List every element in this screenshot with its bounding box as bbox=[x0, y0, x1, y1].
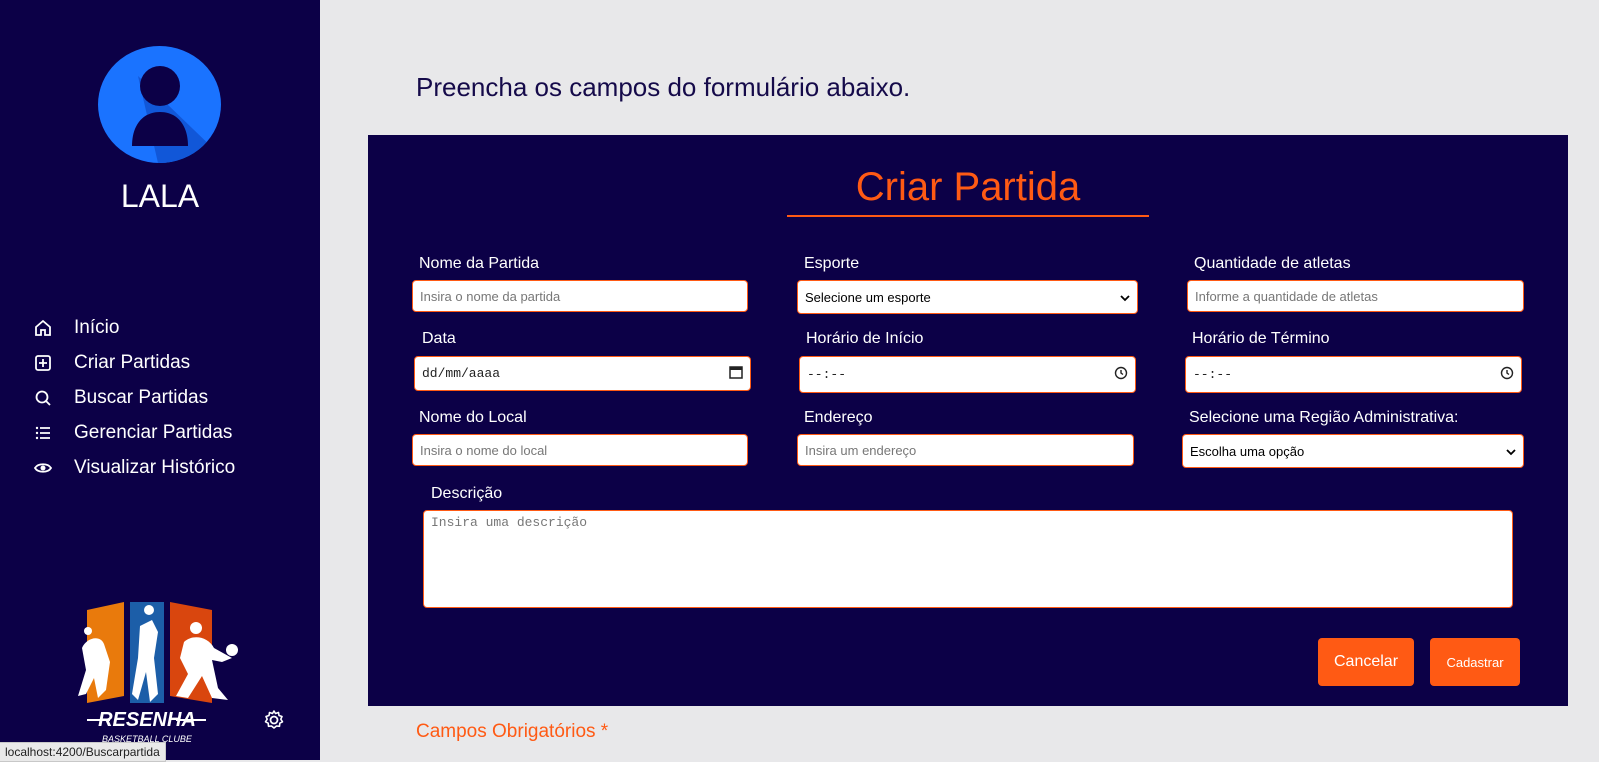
page-instructions: Preencha os campos do formulário abaixo. bbox=[416, 72, 911, 102]
nav-item-criar-partidas[interactable]: Criar Partidas bbox=[32, 345, 235, 380]
label-horario-inicio: Horário de Início bbox=[806, 330, 924, 347]
svg-text:RESENHA: RESENHA bbox=[98, 709, 196, 731]
user-silhouette-icon bbox=[132, 66, 221, 163]
nome-partida-input[interactable]: Insira o nome da partida bbox=[412, 280, 748, 312]
nav-label: Visualizar Histórico bbox=[74, 456, 236, 478]
search-icon bbox=[32, 387, 54, 409]
label-endereco: Endereço bbox=[804, 409, 873, 426]
cancel-button[interactable]: Cancelar bbox=[1318, 638, 1414, 686]
nav-item-buscar-partidas[interactable]: Buscar Partidas bbox=[32, 380, 235, 415]
nav-label: Buscar Partidas bbox=[74, 386, 209, 408]
nav-label: Início bbox=[74, 316, 120, 338]
title-underline bbox=[787, 215, 1149, 217]
label-nome-partida: Nome da Partida bbox=[419, 255, 540, 272]
submit-button[interactable]: Cadastrar bbox=[1430, 638, 1520, 686]
quantidade-atletas-input[interactable]: Informe a quantidade de atletas bbox=[1187, 280, 1524, 312]
calendar-icon[interactable] bbox=[729, 365, 743, 383]
horario-inicio-input[interactable]: --:-- bbox=[799, 356, 1136, 393]
regiao-selected-value: Escolha uma opção bbox=[1190, 443, 1305, 459]
required-fields-note: Campos Obrigatórios * bbox=[416, 721, 609, 742]
label-descricao: Descrição bbox=[431, 485, 503, 502]
status-url: localhost:4200/Buscarpartida bbox=[0, 742, 166, 762]
nav-label: Criar Partidas bbox=[74, 351, 191, 373]
label-regiao: Selecione uma Região Administrativa: bbox=[1189, 409, 1459, 426]
label-esporte: Esporte bbox=[804, 255, 860, 272]
sidebar: LALA Início Criar Partidas Buscar Partid… bbox=[0, 0, 320, 760]
nav-item-inicio[interactable]: Início bbox=[32, 310, 235, 345]
chevron-down-icon bbox=[1120, 290, 1130, 305]
eye-icon bbox=[32, 457, 54, 479]
nav-label: Gerenciar Partidas bbox=[74, 421, 233, 443]
form-title: Criar Partida bbox=[855, 165, 1081, 209]
descricao-textarea[interactable]: Insira uma descrição bbox=[423, 510, 1513, 608]
list-icon bbox=[32, 422, 54, 444]
nav-item-visualizar-historico[interactable]: Visualizar Histórico bbox=[32, 450, 235, 485]
endereco-input[interactable]: Insira um endereço bbox=[797, 434, 1134, 466]
nav-item-gerenciar-partidas[interactable]: Gerenciar Partidas bbox=[32, 415, 235, 450]
label-nome-local: Nome do Local bbox=[419, 409, 527, 426]
clock-icon[interactable] bbox=[1500, 366, 1514, 384]
username: LALA bbox=[120, 178, 200, 214]
chevron-down-icon bbox=[1506, 444, 1516, 459]
plus-square-icon bbox=[32, 352, 54, 374]
label-data: Data bbox=[422, 330, 456, 347]
clock-icon[interactable] bbox=[1114, 366, 1128, 384]
label-horario-termino: Horário de Término bbox=[1192, 330, 1330, 347]
data-input[interactable]: dd/mm/aaaa bbox=[414, 356, 751, 391]
label-quantidade: Quantidade de atletas bbox=[1194, 255, 1351, 272]
regiao-select[interactable]: Escolha uma opção bbox=[1182, 434, 1524, 468]
horario-termino-value: --:-- bbox=[1193, 367, 1233, 382]
esporte-selected-value: Selecione um esporte bbox=[805, 289, 931, 305]
home-icon bbox=[32, 317, 54, 339]
horario-termino-input[interactable]: --:-- bbox=[1185, 356, 1522, 393]
create-match-form: Criar Partida Nome da Partida Insira o n… bbox=[368, 135, 1568, 706]
nome-local-input[interactable]: Insira o nome do local bbox=[412, 434, 748, 466]
gear-icon[interactable] bbox=[262, 708, 286, 732]
esporte-select[interactable]: Selecione um esporte bbox=[797, 280, 1138, 314]
horario-inicio-value: --:-- bbox=[807, 367, 847, 382]
resenha-logo: RESENHA BASKETBALL CLUBE bbox=[72, 598, 242, 748]
sidebar-nav: Início Criar Partidas Buscar Partidas Ge… bbox=[32, 310, 235, 485]
user-avatar bbox=[98, 46, 221, 163]
resenha-logo-graphic: RESENHA BASKETBALL CLUBE bbox=[78, 602, 238, 744]
data-value: dd/mm/aaaa bbox=[422, 366, 501, 381]
